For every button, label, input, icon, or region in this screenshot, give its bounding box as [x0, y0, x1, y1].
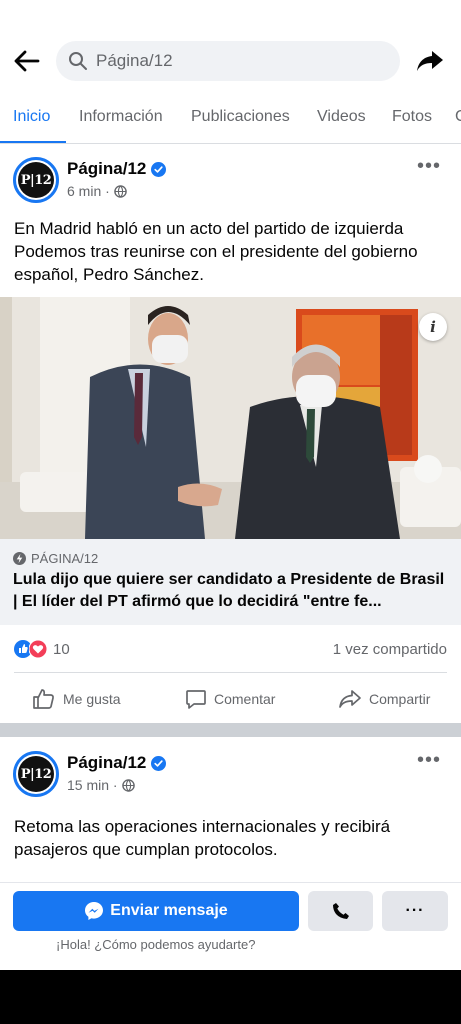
call-button[interactable] [308, 891, 373, 931]
post-text: En Madrid habló en un acto del partido d… [14, 219, 418, 284]
greeting-hint: ¡Hola! ¿Cómo podemos ayudarte? [56, 937, 256, 952]
tab-fotos[interactable]: Fotos [392, 108, 432, 126]
reactions-summary[interactable]: 10 [14, 640, 70, 658]
bolt-icon [13, 552, 26, 565]
post-time[interactable]: 6 min [67, 183, 101, 199]
more-dots-icon[interactable]: ••• [417, 155, 441, 178]
more-dots-icon[interactable]: ••• [417, 749, 441, 772]
post-author-name: Página/12 [67, 159, 147, 178]
back-button[interactable] [10, 44, 44, 78]
share-count[interactable]: 1 vez compartido [333, 641, 447, 658]
tab-inicio[interactable]: Inicio [13, 108, 50, 126]
link-source-text: PÁGINA/12 [31, 551, 99, 566]
info-icon[interactable]: i [419, 313, 447, 341]
post-card: P|12 Página/12 6 min · ••• En Madrid hab… [0, 145, 461, 723]
reaction-count: 10 [53, 640, 70, 658]
top-bar: Página/12 [0, 0, 461, 90]
globe-icon [121, 778, 135, 792]
post-meta: 6 min · [67, 183, 127, 199]
send-message-button[interactable]: Enviar mensaje [13, 891, 299, 931]
tab-publicaciones[interactable]: Publicaciones [191, 108, 290, 126]
avatar-text: P|12 [20, 172, 52, 188]
active-tab-indicator [0, 141, 66, 143]
post-author-name: Página/12 [67, 753, 147, 772]
verified-badge-icon [151, 161, 167, 177]
send-message-label: Enviar mensaje [110, 902, 228, 919]
share-label: Compartir [369, 691, 431, 707]
link-source: PÁGINA/12 [13, 551, 98, 566]
avatar-logo: P|12 [18, 162, 54, 198]
globe-icon [114, 184, 127, 198]
back-arrow-icon [14, 50, 40, 72]
post-author[interactable]: Página/12 [67, 159, 167, 179]
search-text: Página/12 [96, 51, 173, 70]
feed-divider [0, 723, 461, 737]
share-icon [339, 690, 361, 708]
share-page-button[interactable] [413, 44, 447, 78]
system-nav-bar [0, 970, 461, 1024]
share-button[interactable]: Compartir [338, 688, 430, 710]
verified-badge-icon [151, 755, 167, 771]
avatar[interactable]: P|12 [13, 751, 59, 797]
page-tabs: Inicio Información Publicaciones Videos … [0, 92, 461, 144]
comment-icon [186, 690, 206, 709]
divider [14, 672, 447, 673]
post-author[interactable]: Página/12 [67, 753, 167, 773]
post-text: Retoma las operaciones internacionales y… [14, 817, 391, 859]
avatar-logo: P|12 [18, 756, 54, 792]
handshake-photo [0, 297, 461, 539]
avatar[interactable]: P|12 [13, 157, 59, 203]
like-label: Me gusta [63, 691, 121, 707]
search-bar[interactable]: Página/12 [56, 41, 400, 81]
thumbs-up-icon [33, 689, 54, 709]
message-bar: Enviar mensaje ··· ¡Hola! ¿Cómo podemos … [0, 882, 461, 970]
phone-icon [332, 903, 349, 919]
like-button[interactable]: Me gusta [32, 688, 121, 710]
comment-button[interactable]: Comentar [185, 688, 275, 710]
link-title: Lula dijo que quiere ser candidato a Pre… [13, 571, 445, 610]
share-arrow-icon [417, 51, 443, 71]
post-meta: 15 min · [67, 777, 135, 793]
post-image[interactable]: i [0, 297, 461, 539]
tab-informacion[interactable]: Información [79, 108, 163, 126]
tab-overflow[interactable]: C [455, 108, 461, 126]
love-reaction-icon [29, 640, 47, 658]
avatar-text: P|12 [20, 766, 52, 782]
search-icon [68, 51, 88, 71]
link-preview[interactable]: PÁGINA/12 Lula dijo que quiere ser candi… [0, 539, 461, 625]
comment-label: Comentar [214, 691, 276, 707]
more-options-button[interactable]: ··· [382, 891, 448, 931]
post-card: P|12 Página/12 15 min · ••• Retoma las o… [0, 737, 461, 882]
post-time[interactable]: 15 min [67, 777, 109, 793]
tab-videos[interactable]: Videos [317, 108, 366, 126]
reaction-icons [14, 640, 47, 658]
messenger-icon [85, 902, 104, 920]
